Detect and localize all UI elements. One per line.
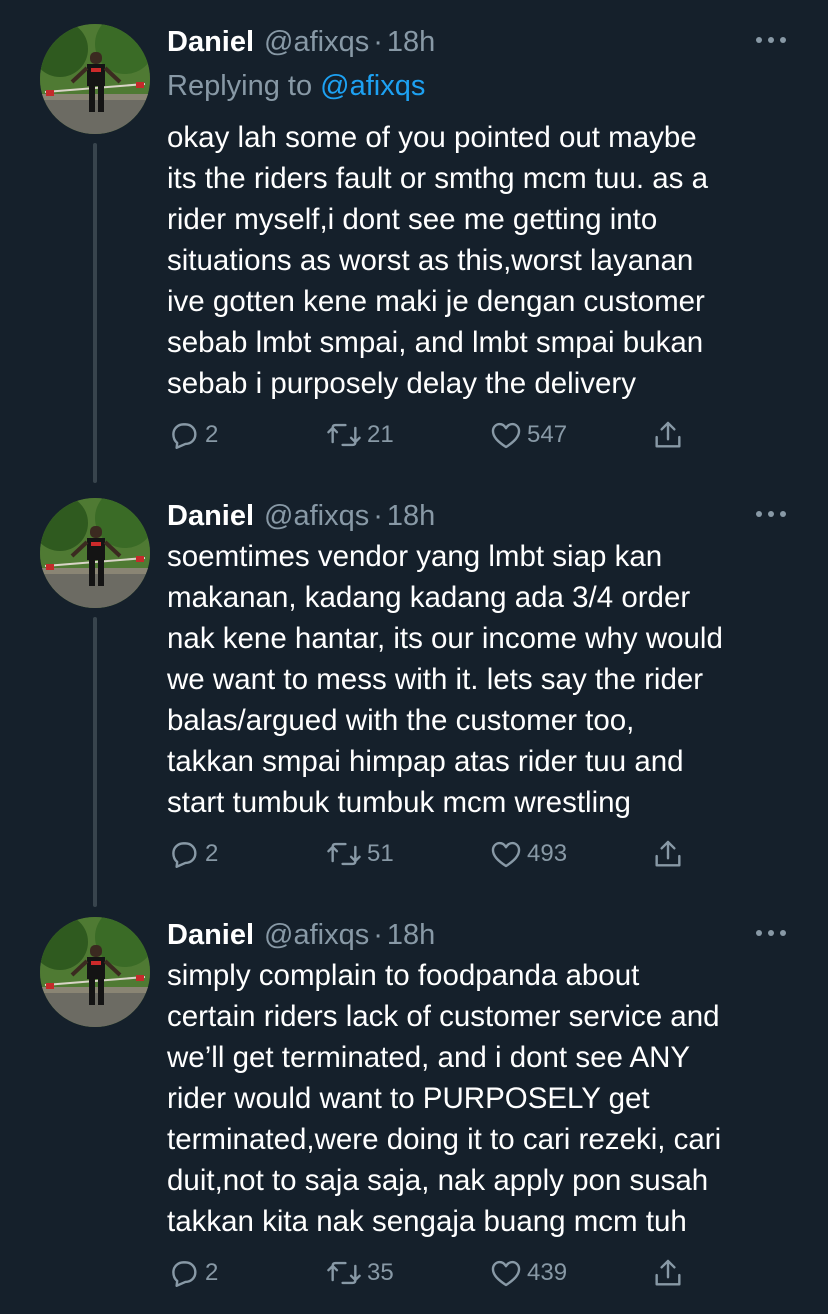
replying-to-label: Replying to [167, 70, 321, 102]
tweet-header: Daniel @afixqs · 18h [167, 496, 435, 536]
heart-icon [489, 837, 523, 871]
like-count: 547 [527, 421, 568, 448]
retweet-button[interactable]: 21 [325, 415, 394, 455]
retweet-button[interactable]: 51 [325, 834, 394, 874]
timestamp[interactable]: 18h [387, 22, 435, 62]
avatar[interactable] [40, 917, 150, 1027]
more-icon[interactable] [756, 30, 786, 50]
timestamp[interactable]: 18h [387, 496, 435, 536]
share-icon [651, 837, 685, 871]
separator-dot: · [373, 919, 383, 951]
heart-icon [489, 1256, 523, 1290]
separator-dot: · [373, 500, 383, 532]
more-icon[interactable] [756, 923, 786, 943]
reply-button[interactable]: 2 [167, 834, 218, 874]
user-handle[interactable]: @afixqs [264, 915, 369, 955]
tweet-text: soemtimes vendor yang lmbt siap kan maka… [167, 540, 723, 819]
reply-count: 2 [205, 421, 219, 448]
user-handle[interactable]: @afixqs [264, 22, 369, 62]
more-icon[interactable] [756, 504, 786, 524]
reply-icon [167, 1256, 201, 1290]
reply-button[interactable]: 2 [167, 415, 218, 455]
reply-button[interactable]: 2 [167, 1253, 218, 1293]
share-button[interactable] [651, 834, 685, 874]
separator-dot: · [373, 26, 383, 58]
like-button[interactable]: 547 [489, 415, 567, 455]
tweet-header: Daniel @afixqs · 18h [167, 22, 435, 62]
user-handle[interactable]: @afixqs [264, 496, 369, 536]
timestamp[interactable]: 18h [387, 915, 435, 955]
like-button[interactable]: 493 [489, 834, 567, 874]
retweet-count: 51 [367, 840, 394, 867]
tweet-actions: 2 51 493 [167, 834, 707, 874]
tweet-header: Daniel @afixqs · 18h [167, 915, 435, 955]
like-count: 493 [527, 840, 568, 867]
like-button[interactable]: 439 [489, 1253, 567, 1293]
reply-icon [167, 418, 201, 452]
tweet-text: simply complain to foodpanda about certa… [167, 959, 722, 1238]
retweet-count: 35 [367, 1259, 394, 1286]
share-icon [651, 1256, 685, 1290]
reply-count: 2 [205, 1259, 219, 1286]
retweet-icon [325, 418, 363, 452]
reply-icon [167, 837, 201, 871]
mention-link[interactable]: @afixqs [320, 70, 425, 102]
avatar[interactable] [40, 498, 150, 608]
avatar[interactable] [40, 24, 150, 134]
retweet-count: 21 [367, 421, 394, 448]
tweet-actions: 2 35 439 [167, 1253, 707, 1293]
share-icon [651, 418, 685, 452]
thread-line [93, 617, 97, 907]
share-button[interactable] [651, 415, 685, 455]
thread-line [93, 143, 97, 483]
retweet-icon [325, 1256, 363, 1290]
like-count: 439 [527, 1259, 568, 1286]
display-name[interactable]: Daniel [167, 915, 254, 955]
reply-count: 2 [205, 840, 219, 867]
display-name[interactable]: Daniel [167, 22, 254, 62]
retweet-button[interactable]: 35 [325, 1253, 394, 1293]
display-name[interactable]: Daniel [167, 496, 254, 536]
heart-icon [489, 418, 523, 452]
retweet-icon [325, 837, 363, 871]
share-button[interactable] [651, 1253, 685, 1293]
replying-to: Replying to @afixqs [167, 66, 425, 106]
tweet-text: okay lah some of you pointed out maybe i… [167, 121, 709, 400]
tweet-actions: 2 21 547 [167, 415, 707, 455]
